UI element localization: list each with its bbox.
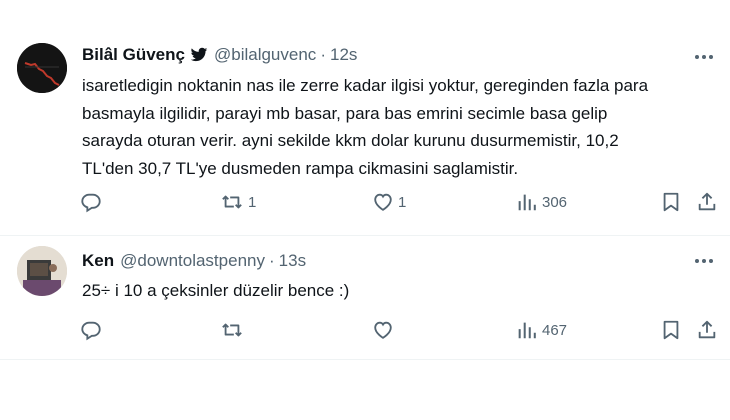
- tweet-text-line: TL'den 30,7 TL'ye dusmeden rampa cikmasi…: [82, 158, 519, 178]
- bookmark-button[interactable]: [660, 318, 682, 342]
- tweet-text-line: 25÷ i 10 a çeksinler düzelir bence :): [82, 281, 350, 300]
- share-icon: [698, 192, 716, 211]
- tweet[interactable]: Bilâl Güvenç @bilalguvenc · 12s isaretle…: [0, 0, 730, 236]
- avatar[interactable]: [17, 246, 67, 296]
- tweet-text-line: sarayda oturan verir. ayni sekilde kkm d…: [82, 131, 619, 150]
- tweet-text-line: basmayla ilgilidir, parayi mb basar, par…: [82, 103, 608, 123]
- separator: ·: [320, 45, 326, 64]
- timestamp[interactable]: 13s: [279, 251, 306, 271]
- display-name[interactable]: Ken: [82, 251, 114, 271]
- reply-icon: [81, 321, 101, 341]
- display-name[interactable]: Bilâl Güvenç: [82, 45, 185, 65]
- bird-badge-icon: [190, 47, 208, 63]
- handle[interactable]: @downtolastpenny: [120, 251, 265, 271]
- bookmark-icon: [663, 320, 679, 340]
- share-button[interactable]: [696, 190, 718, 214]
- views-chart-icon: [518, 322, 536, 339]
- retweet-icon: [222, 323, 242, 337]
- tweet-text: isaretledigin noktanin nas ile zerre kad…: [82, 72, 722, 182]
- tweet-header: Ken @downtolastpenny · 13s: [82, 250, 306, 272]
- more-dots-icon[interactable]: [692, 251, 716, 271]
- views-count: 467: [542, 321, 568, 339]
- like-count: 1: [398, 193, 407, 211]
- like-button[interactable]: [372, 318, 398, 342]
- share-icon: [698, 320, 716, 339]
- more-dots-icon[interactable]: [692, 47, 716, 67]
- reply-icon: [81, 193, 101, 213]
- handle[interactable]: @bilalguvenc: [214, 45, 316, 65]
- views-chart-icon: [518, 194, 536, 211]
- tweet-text: 25÷ i 10 a çeksinler düzelir bence :): [82, 277, 722, 305]
- heart-icon: [374, 193, 392, 211]
- views-button[interactable]: 467: [516, 318, 567, 342]
- action-bar: 1 1 306: [80, 190, 720, 214]
- bookmark-button[interactable]: [660, 190, 682, 214]
- share-button[interactable]: [696, 318, 718, 342]
- tweet-text-line: isaretledigin noktanin nas ile zerre kad…: [82, 76, 649, 95]
- tweet-header: Bilâl Güvenç @bilalguvenc · 12s: [82, 44, 357, 66]
- retweet-icon: [222, 195, 242, 209]
- separator: ·: [268, 251, 275, 270]
- heart-icon: [374, 321, 392, 339]
- bookmark-icon: [663, 192, 679, 212]
- views-count: 306: [542, 193, 568, 211]
- action-bar: 467: [80, 318, 720, 342]
- reply-button[interactable]: [80, 190, 106, 214]
- avatar[interactable]: [17, 43, 67, 93]
- retweet-count: 1: [248, 193, 257, 211]
- reply-button[interactable]: [80, 318, 106, 342]
- tweet[interactable]: Ken @downtolastpenny · 13s 25÷ i 10 a çe…: [0, 236, 730, 360]
- retweet-button[interactable]: 1: [220, 190, 256, 214]
- retweet-button[interactable]: [220, 318, 248, 342]
- timestamp[interactable]: 12s: [330, 45, 357, 65]
- like-button[interactable]: 1: [372, 190, 406, 214]
- views-button[interactable]: 306: [516, 190, 567, 214]
